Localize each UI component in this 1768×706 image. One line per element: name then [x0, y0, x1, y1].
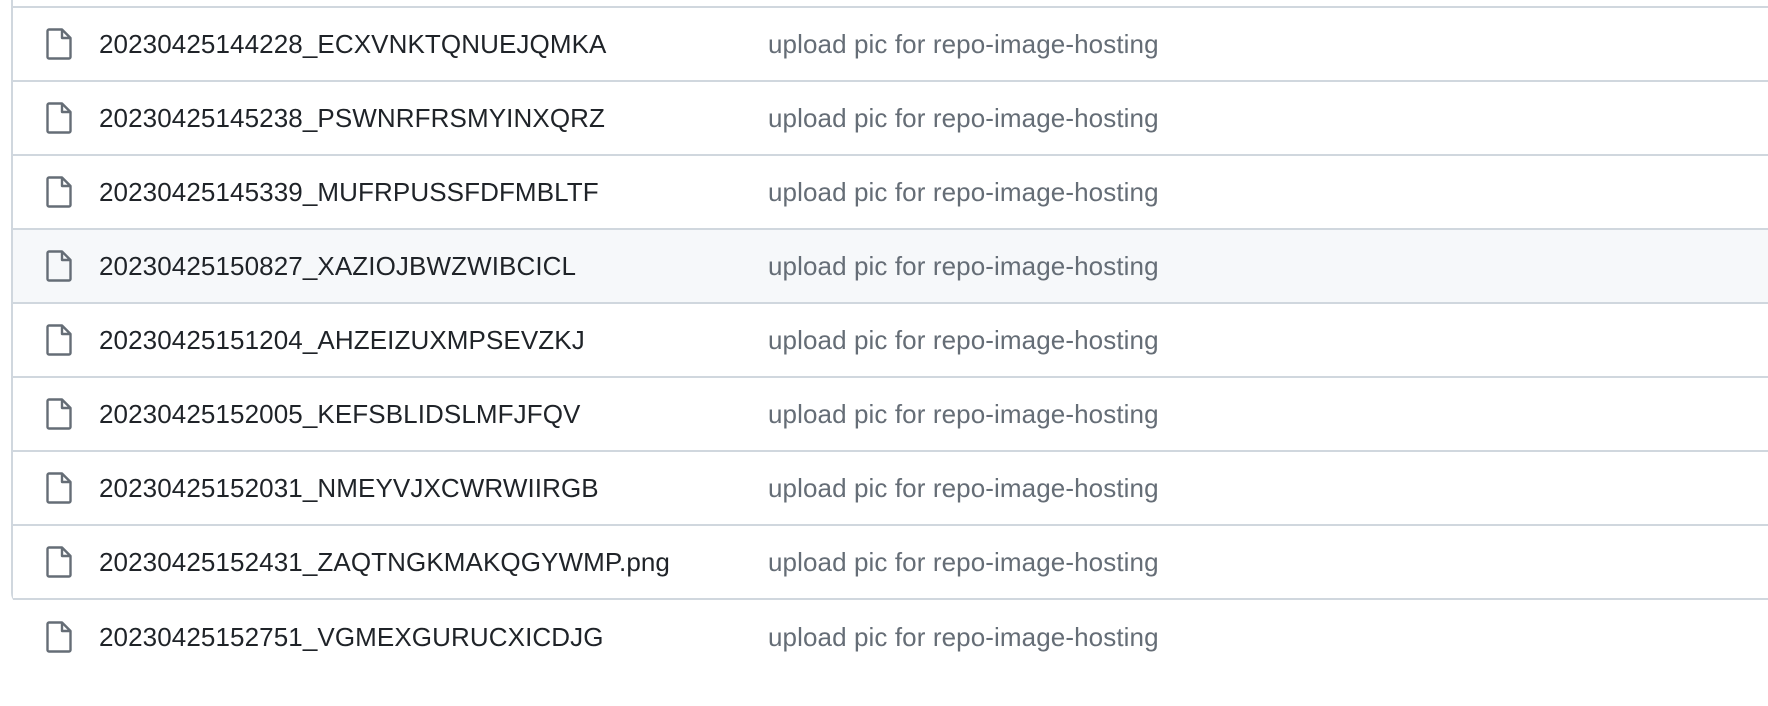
commit-message-link[interactable]: upload pic for repo-image-hosting — [768, 473, 1159, 504]
file-name-link[interactable]: 20230425152005_KEFSBLIDSLMFJFQV — [99, 399, 581, 430]
file-name-link[interactable]: 20230425150827_XAZIOJBWZWIBCICL — [99, 251, 576, 282]
file-name-link[interactable]: 20230425145238_PSWNRFRSMYINXQRZ — [99, 103, 605, 134]
file-row[interactable]: 20230425145238_PSWNRFRSMYINXQRZ upload p… — [13, 82, 1768, 156]
file-row[interactable]: 20230425152031_NMEYVJXCWRWIIRGB upload p… — [13, 452, 1768, 526]
file-name-link[interactable]: 20230425151204_AHZEIZUXMPSEVZKJ — [99, 325, 585, 356]
commit-message-link[interactable]: upload pic for repo-image-hosting — [768, 251, 1159, 282]
commit-message-link[interactable]: upload pic for repo-image-hosting — [768, 547, 1159, 578]
file-rows: 20230425144228_ECXVNKTQNUEJQMKA upload p… — [13, 8, 1768, 674]
file-row[interactable]: 20230425145339_MUFRPUSSFDFMBLTF upload p… — [13, 156, 1768, 230]
file-name-link[interactable]: 20230425152031_NMEYVJXCWRWIIRGB — [99, 473, 599, 504]
file-row[interactable]: 20230425152005_KEFSBLIDSLMFJFQV upload p… — [13, 378, 1768, 452]
file-list-table: 20230425144228_ECXVNKTQNUEJQMKA upload p… — [11, 0, 1768, 674]
commit-message-link[interactable]: upload pic for repo-image-hosting — [768, 103, 1159, 134]
file-row[interactable]: 20230425150827_XAZIOJBWZWIBCICL upload p… — [13, 230, 1768, 304]
previous-row-edge — [13, 0, 1768, 8]
file-name-link[interactable]: 20230425152751_VGMEXGURUCXICDJG — [99, 622, 604, 653]
commit-message-link[interactable]: upload pic for repo-image-hosting — [768, 177, 1159, 208]
commit-message-link[interactable]: upload pic for repo-image-hosting — [768, 325, 1159, 356]
commit-message-link[interactable]: upload pic for repo-image-hosting — [768, 399, 1159, 430]
file-row[interactable]: 20230425151204_AHZEIZUXMPSEVZKJ upload p… — [13, 304, 1768, 378]
file-icon — [45, 101, 73, 135]
commit-message-link[interactable]: upload pic for repo-image-hosting — [768, 622, 1159, 653]
file-name-link[interactable]: 20230425144228_ECXVNKTQNUEJQMKA — [99, 29, 607, 60]
file-row[interactable]: 20230425152431_ZAQTNGKMAKQGYWMP.png uplo… — [13, 526, 1768, 600]
file-icon — [45, 175, 73, 209]
file-icon — [45, 397, 73, 431]
file-row[interactable]: 20230425144228_ECXVNKTQNUEJQMKA upload p… — [13, 8, 1768, 82]
commit-message-link[interactable]: upload pic for repo-image-hosting — [768, 29, 1159, 60]
file-name-link[interactable]: 20230425145339_MUFRPUSSFDFMBLTF — [99, 177, 599, 208]
file-row[interactable]: 20230425152751_VGMEXGURUCXICDJG upload p… — [13, 600, 1768, 674]
file-icon — [45, 27, 73, 61]
file-icon — [45, 471, 73, 505]
file-icon — [45, 620, 73, 654]
file-icon — [45, 249, 73, 283]
file-icon — [45, 545, 73, 579]
file-name-link[interactable]: 20230425152431_ZAQTNGKMAKQGYWMP.png — [99, 547, 670, 578]
file-icon — [45, 323, 73, 357]
